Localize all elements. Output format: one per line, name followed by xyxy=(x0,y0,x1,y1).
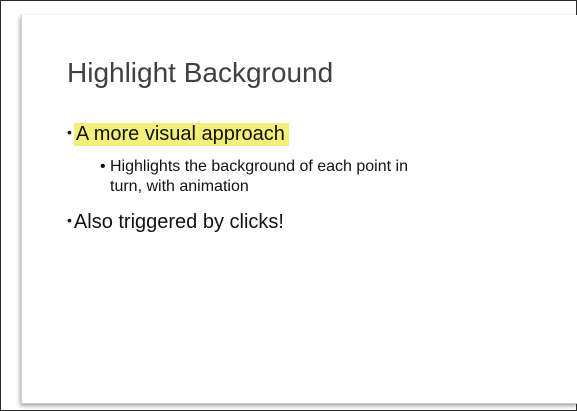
bullet-dot: • xyxy=(67,124,72,140)
sub-bullet-item-1: • Highlights the background of each poin… xyxy=(100,157,560,197)
bullet-text-highlighted: A more visual approach xyxy=(73,123,289,146)
presentation-slide: Highlight Background • A more visual appr… xyxy=(21,15,577,404)
bullet-item-2: • Also triggered by clicks! xyxy=(67,211,284,234)
sub-bullet-text: Highlights the background of each point … xyxy=(110,158,408,195)
screenshot-frame: Highlight Background • A more visual appr… xyxy=(0,0,577,411)
sub-bullet-dot: • xyxy=(100,158,106,175)
bullet-text: Also triggered by clicks! xyxy=(73,211,284,233)
bullet-item-1: • A more visual approach xyxy=(67,123,289,146)
slide-title: Highlight Background xyxy=(67,57,334,88)
bullet-dot: • xyxy=(67,212,72,228)
